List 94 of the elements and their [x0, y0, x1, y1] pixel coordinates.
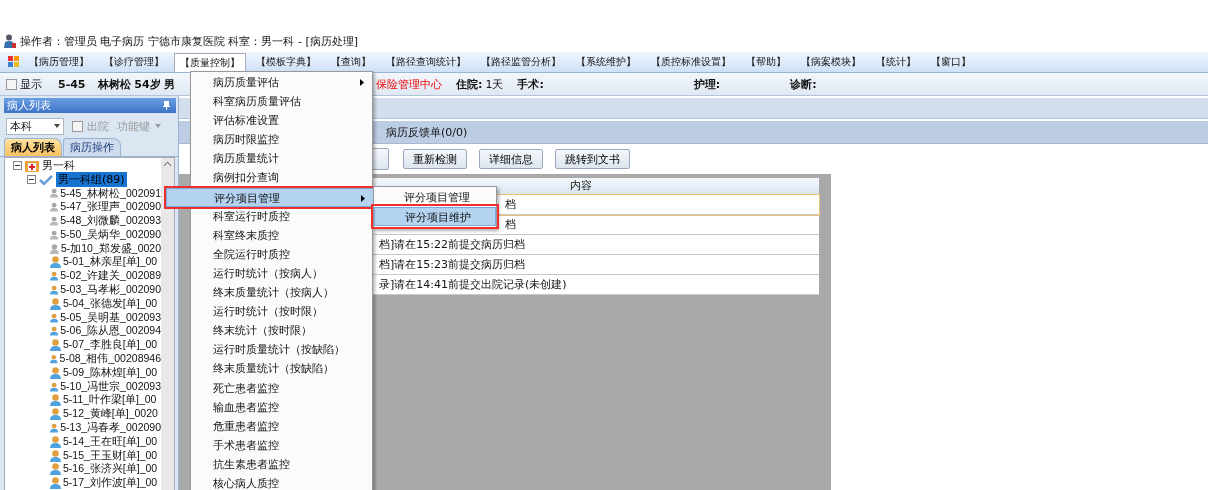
table-cell: 档]请在15:22前提交病历归档: [379, 237, 525, 252]
patient-item[interactable]: 5-加10_郑发盛_0020: [60, 241, 161, 256]
caret-icon: [155, 124, 161, 128]
patient-item[interactable]: 5-08_相伟_00208946: [59, 352, 161, 367]
patient-name: 林树松 54岁 男: [97, 76, 176, 92]
menu-item[interactable]: 评分项目维护: [374, 206, 496, 226]
collapse-toggle[interactable]: [27, 175, 36, 185]
table-cell: 档: [505, 197, 516, 212]
menu-item[interactable]: 【病案模块】: [796, 53, 866, 71]
menu-item[interactable]: 【查询】: [326, 53, 376, 71]
table-cell: 档: [505, 217, 516, 232]
menu-item[interactable]: 运行时统计（按时限）: [191, 302, 372, 322]
patient-item[interactable]: 5-14_王在旺[单]_00: [63, 434, 158, 449]
patient-item[interactable]: 5-12_黄峰[单]_0020: [63, 407, 158, 422]
insurance-text: 保险管理中心: [376, 76, 442, 92]
menu-item[interactable]: 【病历管理】: [24, 53, 94, 71]
patient-item[interactable]: 5-06_陈从恩_002094: [60, 324, 161, 339]
menu-item[interactable]: 手术患者监控: [191, 435, 372, 455]
menu-item[interactable]: 病历质量统计: [191, 149, 372, 169]
tab[interactable]: 病历操作: [63, 138, 121, 156]
menu-item[interactable]: 【统计】: [871, 53, 921, 71]
toolbar-button[interactable]: 重新检测: [403, 149, 467, 169]
menu-item[interactable]: 病历时限监控: [191, 130, 372, 150]
checkbox[interactable]: [72, 120, 83, 132]
menu-item[interactable]: 【帮助】: [741, 53, 791, 71]
checkbox-label: 显示: [20, 76, 42, 92]
app-menu-icon[interactable]: [8, 56, 20, 68]
menu-item[interactable]: 病历质量评估: [191, 73, 372, 93]
bed-number: 5-45: [58, 77, 86, 91]
menu-item[interactable]: 评估标准设置: [191, 111, 372, 131]
menu-item[interactable]: 【路径监管分析】: [476, 53, 566, 71]
menu-item[interactable]: 【质量控制】: [174, 52, 246, 72]
menu-item[interactable]: 【质控标准设置】: [646, 53, 736, 71]
menu-item[interactable]: 输血患者监控: [191, 397, 372, 417]
menu-item[interactable]: 运行时质量统计（按缺陷）: [191, 340, 372, 360]
checkbox[interactable]: [6, 78, 17, 90]
scrollbar[interactable]: [161, 158, 174, 490]
patient-item[interactable]: 5-15_王玉财[单]_00: [63, 448, 158, 463]
tree-item[interactable]: 男一科: [42, 158, 75, 174]
menu-item[interactable]: 科室病历质量评估: [191, 92, 372, 112]
patient-item[interactable]: 5-13_冯春孝_002090: [60, 421, 161, 436]
patient-item[interactable]: 5-07_李胜良[单]_00: [63, 338, 158, 353]
patient-item[interactable]: 5-17_刘作波[单]_00: [63, 476, 158, 490]
panel-title: 病人列表: [7, 98, 51, 113]
patient-item[interactable]: 5-05_吴明基_002093: [60, 310, 161, 325]
menu-item[interactable]: 终末统计（按时限）: [191, 321, 372, 341]
tree-item[interactable]: 男一科组(89): [56, 172, 127, 188]
table-cell: 录]请在14:41前提交出院记录(未创建): [379, 277, 567, 292]
tab[interactable]: 病人列表: [4, 138, 62, 156]
menu-item[interactable]: 【系统维护】: [571, 53, 641, 71]
patient-item[interactable]: 5-03_马孝彬_002090: [60, 283, 161, 298]
patient-item[interactable]: 5-48_刘微麟_002093: [60, 214, 161, 229]
menu-item[interactable]: 科室终末质控: [191, 225, 372, 245]
menu-item[interactable]: 【路径查询统计】: [381, 53, 471, 71]
menu-item[interactable]: 【诊疗管理】: [99, 53, 169, 71]
menu-item[interactable]: 危重患者监控: [191, 416, 372, 436]
patient-item[interactable]: 5-16_张济兴[单]_00: [63, 462, 158, 477]
checkmark-icon: [39, 174, 53, 185]
stay-value: 1天: [485, 76, 504, 92]
menu-item[interactable]: 终末质量统计（按缺陷）: [191, 359, 372, 379]
pin-icon[interactable]: [163, 101, 170, 110]
stay-label: 住院:: [456, 76, 483, 92]
patient-item[interactable]: 5-04_张德发[单]_00: [63, 296, 158, 311]
patient-item[interactable]: 5-10_冯世宗_002093: [60, 379, 161, 394]
checkbox-label: 出院: [87, 118, 109, 134]
menu-item[interactable]: 核心病人质控: [191, 473, 372, 490]
surgery-label: 手术:: [517, 76, 544, 92]
menu-item[interactable]: 抗生素患者监控: [191, 454, 372, 474]
window-title: 操作者：管理员 电子病历 宁德市康复医院 科室：男一科 - [病历处理]: [20, 33, 359, 49]
table-cell: 档]请在15:23前提交病历归档: [379, 257, 525, 272]
patient-item[interactable]: 5-47_张理声_002090: [60, 200, 161, 215]
menu-item[interactable]: 运行时统计（按病人）: [191, 263, 372, 284]
patient-item[interactable]: 5-02_许建关_002089: [60, 269, 161, 284]
menu-item[interactable]: 科室运行时质控: [191, 206, 372, 226]
collapse-toggle[interactable]: [13, 161, 22, 171]
person-icon: [4, 34, 16, 48]
patient-item[interactable]: 5-45_林树松_002091: [60, 186, 161, 201]
menu-item[interactable]: 终末质量统计（按病人）: [191, 283, 372, 303]
menu-item[interactable]: 死亡患者监控: [191, 378, 372, 398]
toolbar-button[interactable]: 详细信息: [479, 149, 543, 169]
menu-item[interactable]: 评分项目管理: [166, 187, 374, 207]
patient-item[interactable]: 5-50_吴炳华_002090: [60, 227, 161, 242]
patient-item[interactable]: 5-09_陈林煌[单]_00: [63, 365, 158, 380]
menu-item[interactable]: 全院运行时质控: [191, 244, 372, 264]
toolbar-button[interactable]: 跳转到文书: [555, 149, 630, 169]
department-select[interactable]: 本科: [6, 117, 64, 135]
patient-item[interactable]: 5-11_叶作梁[单]_00: [63, 393, 157, 408]
tab[interactable]: 病历反馈单(0/0): [386, 124, 468, 140]
nursing-label: 护理:: [693, 76, 721, 92]
menu-item[interactable]: 【模板字典】: [251, 53, 321, 71]
diagnosis-label: 诊断:: [790, 76, 817, 92]
caret-icon[interactable]: [54, 124, 60, 128]
menu-item[interactable]: 【窗口】: [926, 53, 976, 71]
patient-item[interactable]: 5-01_林亲星[单]_00: [63, 255, 158, 270]
